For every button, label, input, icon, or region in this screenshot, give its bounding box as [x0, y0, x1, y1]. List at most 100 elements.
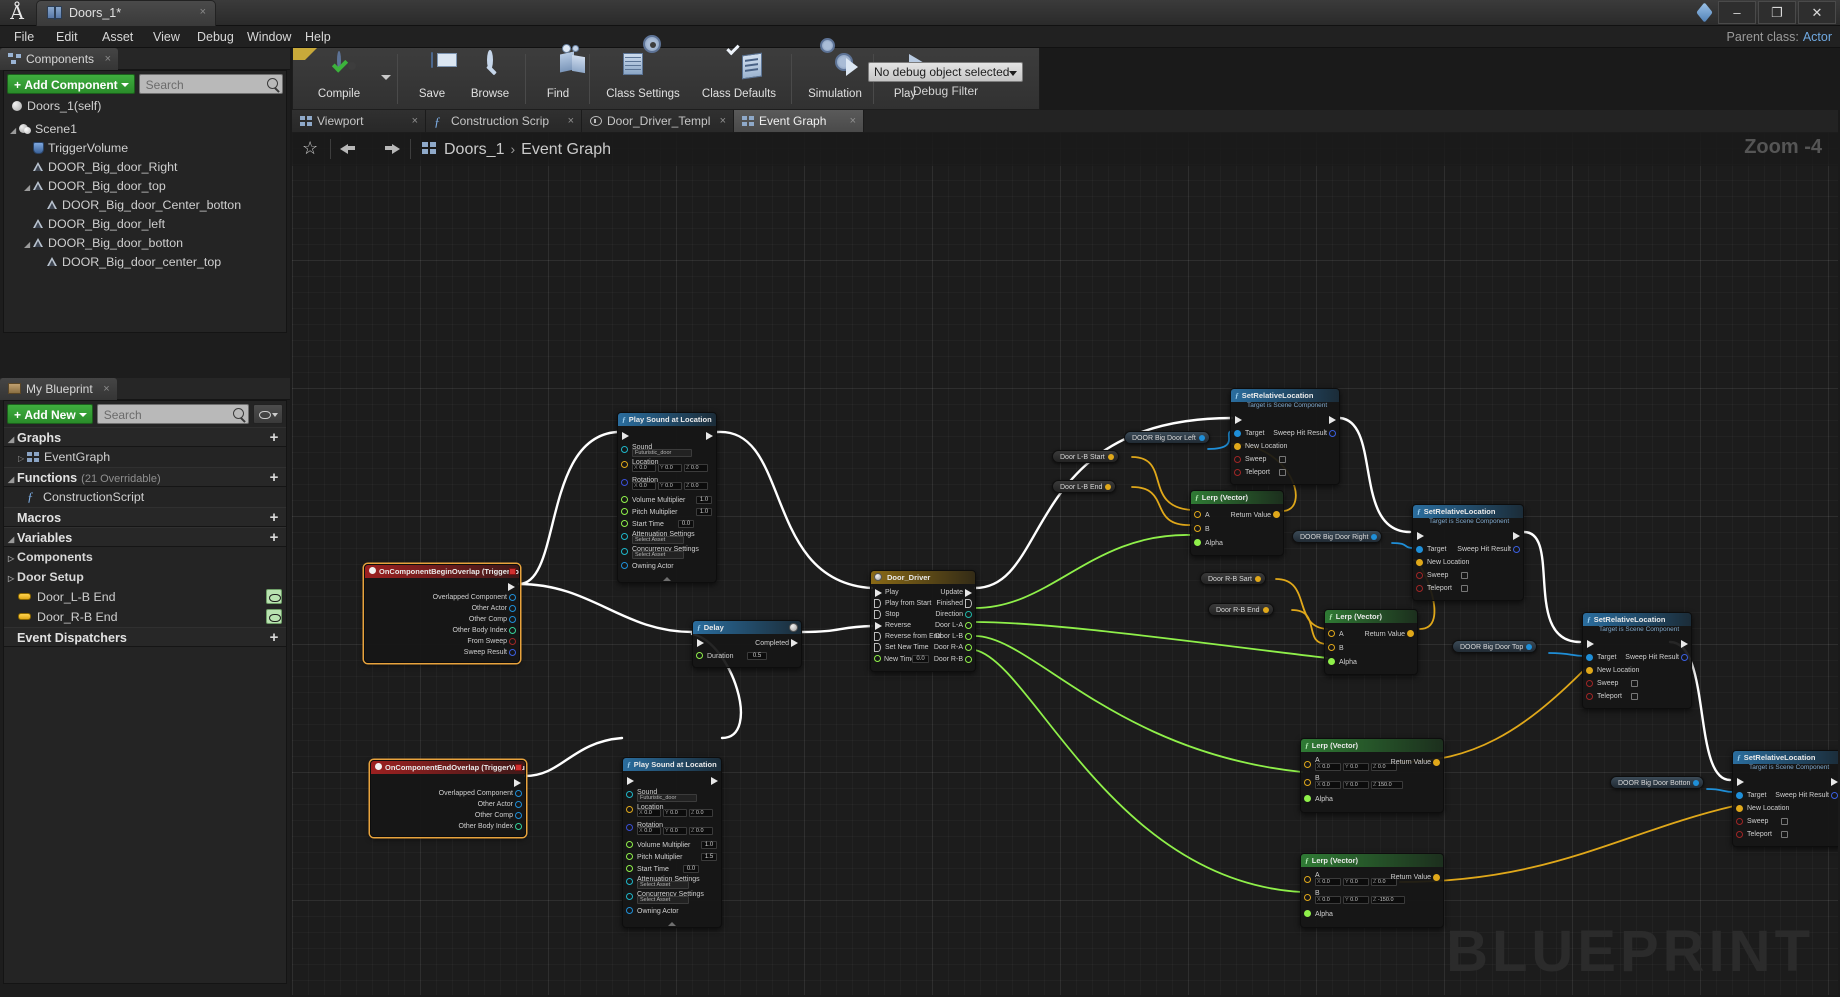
- expand-arrow-icon[interactable]: ◢: [10, 121, 19, 140]
- component-tree-item[interactable]: ◢ DOOR_Big_door_top: [4, 177, 286, 196]
- duration-value[interactable]: 0.5: [747, 652, 767, 660]
- lerp3-b-z[interactable]: Z 150.0: [1371, 781, 1403, 789]
- getter-door-r-b-end[interactable]: Door R-B End: [1208, 603, 1274, 616]
- component-root[interactable]: Doors_1(self): [4, 97, 286, 116]
- close-icon[interactable]: ×: [103, 378, 109, 400]
- breadcrumb-leaf[interactable]: Event Graph: [521, 141, 611, 158]
- pin-sweep[interactable]: Sweep: [1597, 678, 1618, 689]
- pin-sweep[interactable]: Sweep: [1245, 454, 1266, 465]
- bp-section-event-dispatchers[interactable]: Event Dispatchers +: [4, 627, 286, 647]
- output-pin[interactable]: [1198, 435, 1205, 441]
- sweep-checkbox[interactable]: [1461, 572, 1468, 579]
- pin-set-new-time[interactable]: Set New Time: [885, 642, 929, 653]
- add-component-button[interactable]: + Add Component: [7, 74, 135, 94]
- close-icon[interactable]: ×: [412, 110, 418, 132]
- output-pin[interactable]: [1107, 454, 1114, 460]
- tab-construction-script[interactable]: ƒ Construction Scrip ×: [426, 110, 582, 132]
- pin-sweep[interactable]: Sweep: [1747, 816, 1768, 827]
- expand-arrow-icon[interactable]: ◢: [24, 178, 33, 197]
- add-icon[interactable]: +: [267, 530, 281, 545]
- pin-target[interactable]: Target: [1427, 544, 1446, 555]
- pin-return-value[interactable]: Return Value: [1231, 510, 1271, 521]
- pin-door-l-a[interactable]: Door L-A: [935, 620, 963, 631]
- tab-viewport[interactable]: Viewport ×: [292, 110, 426, 132]
- add-icon[interactable]: +: [267, 430, 281, 445]
- class-settings-button[interactable]: Class Settings: [595, 35, 691, 107]
- teleport-checkbox[interactable]: [1781, 831, 1788, 838]
- parent-class-value[interactable]: Actor: [1803, 30, 1832, 44]
- menu-item-debug[interactable]: Debug: [187, 26, 244, 48]
- pin-overlapped-component[interactable]: Overlapped Component: [439, 788, 513, 799]
- node-lerp-vector-2[interactable]: ƒ Lerp (Vector) A Return Value B Alpha: [1324, 609, 1418, 675]
- close-icon[interactable]: ×: [105, 48, 111, 70]
- pin-return-value[interactable]: Return Value: [1391, 872, 1431, 883]
- pin-sweep-result[interactable]: Sweep Result: [464, 647, 507, 658]
- rotation-z[interactable]: Z 0.0: [684, 482, 708, 490]
- pin-new-time[interactable]: New Time: [884, 654, 915, 665]
- eye-icon[interactable]: [266, 609, 282, 624]
- node-set-relative-location-2[interactable]: ƒ SetRelativeLocation Target is Scene Com…: [1412, 504, 1524, 601]
- pin-new-location[interactable]: New Location: [1427, 557, 1469, 568]
- pin-owning-actor[interactable]: Owning Actor: [637, 906, 679, 917]
- lerp3-b-x[interactable]: X 0.0: [1315, 781, 1341, 789]
- event-graph-canvas[interactable]: ☆ Doors_1 › Event Graph Zoom -4 BLUEPRINT …: [292, 132, 1838, 995]
- node-delay[interactable]: ƒ Delay Completed Duration 0.5: [692, 620, 802, 668]
- component-tree-item[interactable]: DOOR_Big_door_Right: [4, 158, 286, 177]
- node-set-relative-location-4[interactable]: ƒ SetRelativeLocation Target is Scene Com…: [1732, 750, 1838, 847]
- pin-sweep-hit-result[interactable]: Sweep Hit Result: [1775, 790, 1829, 801]
- components-search-input[interactable]: Search: [138, 74, 283, 94]
- pin-direction[interactable]: Direction: [935, 609, 963, 620]
- close-icon[interactable]: ×: [720, 110, 726, 132]
- pin-sweep-hit-result[interactable]: Sweep Hit Result: [1273, 428, 1327, 439]
- pin-stop[interactable]: Stop: [885, 609, 899, 620]
- pin-overlapped-component[interactable]: Overlapped Component: [433, 592, 507, 603]
- attenuation-value[interactable]: Select Asset: [637, 881, 689, 889]
- volume-value[interactable]: 1.0: [696, 496, 712, 504]
- pin-alpha[interactable]: Alpha: [1339, 657, 1357, 668]
- expand-arrow-icon[interactable]: ▷: [8, 549, 17, 569]
- start-time-value[interactable]: 0.0: [683, 865, 699, 873]
- location-x[interactable]: X 0.0: [637, 809, 661, 817]
- add-icon[interactable]: +: [267, 470, 281, 485]
- pin-pitch-multiplier[interactable]: Pitch Multiplier: [637, 852, 683, 863]
- attenuation-value[interactable]: Select Asset: [632, 536, 684, 544]
- pin-other-body-index[interactable]: Other Body Index: [453, 625, 507, 636]
- node-lerp-vector-3[interactable]: ƒ Lerp (Vector) A X 0.0 Y 0.0 Z 0.0 Retur…: [1300, 738, 1444, 813]
- pin-other-comp[interactable]: Other Comp: [475, 810, 513, 821]
- tab-components[interactable]: Components ×: [0, 48, 119, 70]
- pin-teleport[interactable]: Teleport: [1747, 829, 1772, 840]
- getter-door-big-door-left[interactable]: DOOR Big Door Left: [1124, 431, 1210, 444]
- menu-item-help[interactable]: Help: [295, 26, 341, 48]
- output-pin[interactable]: [1693, 780, 1700, 786]
- pin-door-r-b[interactable]: Door R-B: [934, 654, 963, 665]
- sound-asset-value[interactable]: Futuristic_door: [632, 449, 692, 457]
- class-defaults-button[interactable]: Class Defaults: [691, 41, 787, 107]
- close-icon[interactable]: ×: [568, 110, 574, 132]
- pin-other-actor[interactable]: Other Actor: [472, 603, 507, 614]
- close-icon[interactable]: ×: [200, 6, 206, 18]
- close-icon[interactable]: ×: [850, 110, 856, 132]
- pin-new-location[interactable]: New Location: [1747, 803, 1789, 814]
- concurrency-value[interactable]: Select Asset: [637, 896, 689, 904]
- pin-play[interactable]: Play: [885, 587, 899, 598]
- tab-door-driver-template[interactable]: Door_Driver_Templ ×: [582, 110, 734, 132]
- getter-door-l-b-end[interactable]: Door L-B End: [1052, 480, 1117, 493]
- expand-arrow-icon[interactable]: ◢: [24, 235, 33, 254]
- menu-item-file[interactable]: File: [4, 26, 44, 48]
- node-on-component-begin-overlap[interactable]: OnComponentBeginOverlap (TriggerVolume) …: [364, 564, 520, 663]
- menu-item-view[interactable]: View: [143, 26, 190, 48]
- component-tree-item[interactable]: DOOR_Big_door_left: [4, 215, 286, 234]
- pin-a[interactable]: A: [1339, 629, 1344, 640]
- rotation-y[interactable]: Y 0.0: [663, 827, 687, 835]
- pin-play-from-start[interactable]: Play from Start: [885, 598, 931, 609]
- minimize-button[interactable]: –: [1718, 1, 1756, 24]
- location-x[interactable]: X 0.0: [632, 464, 656, 472]
- rotation-z[interactable]: Z 0.0: [689, 827, 713, 835]
- pin-pitch-multiplier[interactable]: Pitch Multiplier: [632, 507, 678, 518]
- volume-value[interactable]: 1.0: [701, 841, 717, 849]
- bp-item[interactable]: ▷ EventGraph: [4, 447, 286, 467]
- sweep-checkbox[interactable]: [1279, 456, 1286, 463]
- bp-section-functions[interactable]: ◢ Functions (21 Overridable) +: [4, 467, 286, 487]
- rotation-x[interactable]: X 0.0: [632, 482, 656, 490]
- pin-a[interactable]: A: [1205, 510, 1210, 521]
